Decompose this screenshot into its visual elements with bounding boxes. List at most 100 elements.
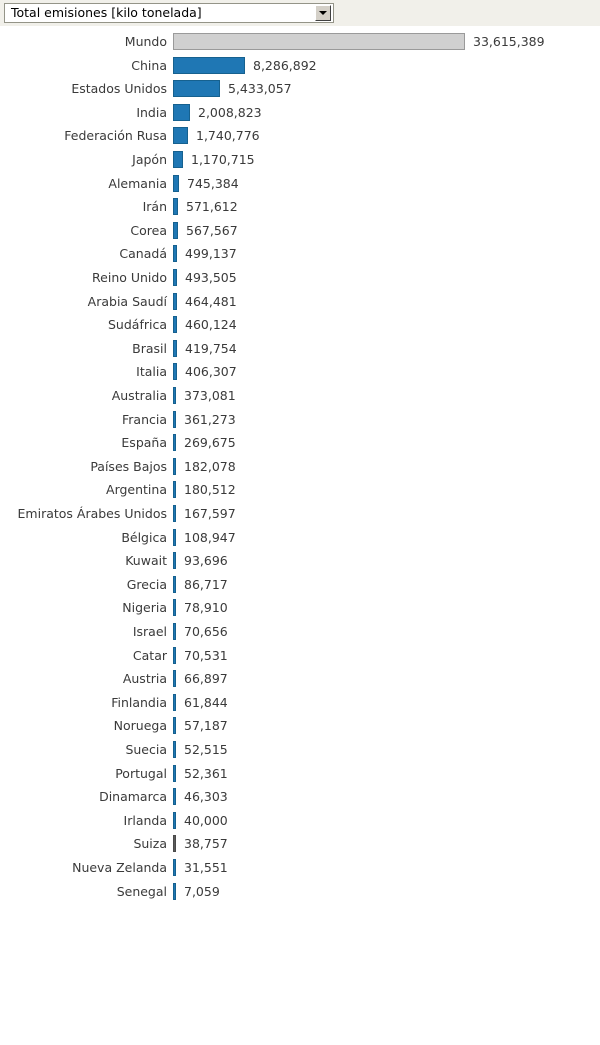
chart-bar[interactable] <box>173 717 176 735</box>
chart-bar[interactable] <box>173 221 178 239</box>
chart-row[interactable]: Canadá 499,137 <box>0 242 600 266</box>
chart-bar[interactable] <box>173 575 176 593</box>
chart-bar[interactable] <box>173 882 176 900</box>
chart-bar[interactable] <box>173 245 177 263</box>
chart-bar[interactable] <box>173 151 183 168</box>
chart-row[interactable]: Japón 1,170,715 <box>0 148 600 172</box>
chart-row[interactable]: Portugal 52,361 <box>0 762 600 786</box>
metric-select[interactable]: Total emisiones [kilo tonelada] <box>4 3 334 23</box>
chart-bar[interactable] <box>173 56 245 74</box>
chart-bar-value: 40,000 <box>184 812 228 828</box>
chart-bar-value: 269,675 <box>184 435 236 451</box>
chart-row-label: Francia <box>121 411 167 427</box>
chart-row[interactable]: Arabia Saudí 464,481 <box>0 290 600 314</box>
chevron-down-icon[interactable] <box>315 5 331 21</box>
chart-row[interactable]: Francia 361,273 <box>0 408 600 432</box>
chart-row[interactable]: Brasil 419,754 <box>0 337 600 361</box>
chart-row[interactable]: Australia 373,081 <box>0 384 600 408</box>
chart-bar-value: 8,286,892 <box>253 57 317 73</box>
chart-bar[interactable] <box>173 174 179 192</box>
chart-bar[interactable] <box>173 316 177 334</box>
chart-bar-value: 464,481 <box>185 293 237 309</box>
chart-row-label: Irlanda <box>123 812 167 828</box>
chart-row[interactable]: Estados Unidos 5,433,057 <box>0 77 600 101</box>
chart-bar[interactable] <box>173 410 176 428</box>
chart-row[interactable]: España 269,675 <box>0 431 600 455</box>
chart-row[interactable]: Noruega 57,187 <box>0 714 600 738</box>
chart-row[interactable]: Sudáfrica 460,124 <box>0 313 600 337</box>
chart-bar-value: 5,433,057 <box>228 81 292 97</box>
chart-bar[interactable] <box>173 363 177 381</box>
chart-row[interactable]: Irán 571,612 <box>0 195 600 219</box>
chart-row[interactable]: Catar 70,531 <box>0 644 600 668</box>
chart-row[interactable]: Suiza 38,757 <box>0 832 600 856</box>
chart-bar[interactable] <box>173 434 176 452</box>
chart-bar[interactable] <box>173 693 176 711</box>
chart-row[interactable]: Grecia 86,717 <box>0 573 600 597</box>
chart-row[interactable]: Argentina 180,512 <box>0 478 600 502</box>
chart-row-label: Finlandia <box>111 694 167 710</box>
chart-bar-value: 33,615,389 <box>473 34 545 49</box>
chart-bar[interactable] <box>173 670 176 688</box>
chart-row[interactable]: Senegal 7,059 <box>0 880 600 904</box>
chart-bar[interactable] <box>173 835 176 853</box>
chart-bar-value: 180,512 <box>184 482 236 498</box>
chart-row-label: Argentina <box>106 482 167 498</box>
chart-row-label: Italia <box>136 364 167 380</box>
chart-bar[interactable] <box>173 552 176 570</box>
chart-bar[interactable] <box>173 599 176 617</box>
chart-row[interactable]: Reino Unido 493,505 <box>0 266 600 290</box>
chart-bar[interactable] <box>173 292 177 310</box>
chart-bar-value: 78,910 <box>184 600 228 616</box>
chart-row[interactable]: Finlandia 61,844 <box>0 691 600 715</box>
chart-row[interactable]: Austria 66,897 <box>0 667 600 691</box>
chart-bar[interactable] <box>173 103 190 121</box>
chart-row[interactable]: Kuwait 93,696 <box>0 549 600 573</box>
metric-selector-bar: Total emisiones [kilo tonelada] <box>0 0 600 26</box>
chart-row[interactable]: Nueva Zelanda 31,551 <box>0 856 600 880</box>
chart-bar[interactable] <box>173 764 176 782</box>
chart-row[interactable]: Federación Rusa 1,740,776 <box>0 124 600 148</box>
chart-row[interactable]: Corea 567,567 <box>0 219 600 243</box>
chart-bar-value: 70,656 <box>184 624 228 639</box>
chart-bar[interactable] <box>173 481 176 499</box>
chart-bar[interactable] <box>173 387 176 404</box>
chart-bar[interactable] <box>173 269 177 286</box>
chart-row[interactable]: Nigeria 78,910 <box>0 596 600 620</box>
chart-row[interactable]: Bélgica 108,947 <box>0 526 600 550</box>
chart-row[interactable]: Dinamarca 46,303 <box>0 785 600 809</box>
chart-row[interactable]: Países Bajos 182,078 <box>0 455 600 479</box>
chart-row-label: Mundo <box>124 34 167 49</box>
chart-row[interactable]: Irlanda 40,000 <box>0 809 600 833</box>
chart-row[interactable]: Suecia 52,515 <box>0 738 600 762</box>
chart-bar[interactable] <box>173 811 176 829</box>
chart-bar[interactable] <box>173 788 176 806</box>
chart-bar[interactable] <box>173 741 176 758</box>
chart-bar-value: 61,844 <box>184 694 228 710</box>
chart-bar[interactable] <box>173 457 176 475</box>
chart-bar[interactable] <box>173 528 176 546</box>
chart-bar[interactable] <box>173 339 177 357</box>
chart-bar-value: 31,551 <box>184 860 228 875</box>
chart-row-label: Suiza <box>133 836 167 852</box>
chart-row-label: Senegal <box>116 883 167 899</box>
chart-bar-value: 70,531 <box>184 647 228 663</box>
chart-bar[interactable] <box>173 646 176 664</box>
chart-row-label: Austria <box>122 671 167 687</box>
chart-row-label: Australia <box>111 388 167 403</box>
chart-row[interactable]: India 2,008,823 <box>0 101 600 125</box>
chart-row[interactable]: China 8,286,892 <box>0 54 600 78</box>
chart-bar[interactable] <box>173 80 220 98</box>
chart-bar[interactable] <box>173 127 188 145</box>
chart-row[interactable]: Israel 70,656 <box>0 620 600 644</box>
chart-bar[interactable] <box>173 198 178 216</box>
chart-row[interactable]: Alemania 745,384 <box>0 172 600 196</box>
chart-bar[interactable] <box>173 33 465 50</box>
chart-row[interactable]: Mundo 33,615,389 <box>0 30 600 54</box>
chart-bar-value: 167,597 <box>184 506 236 521</box>
chart-bar[interactable] <box>173 505 176 522</box>
chart-bar[interactable] <box>173 623 176 640</box>
chart-row[interactable]: Emiratos Árabes Unidos 167,597 <box>0 502 600 526</box>
chart-row[interactable]: Italia 406,307 <box>0 360 600 384</box>
chart-bar[interactable] <box>173 859 176 876</box>
